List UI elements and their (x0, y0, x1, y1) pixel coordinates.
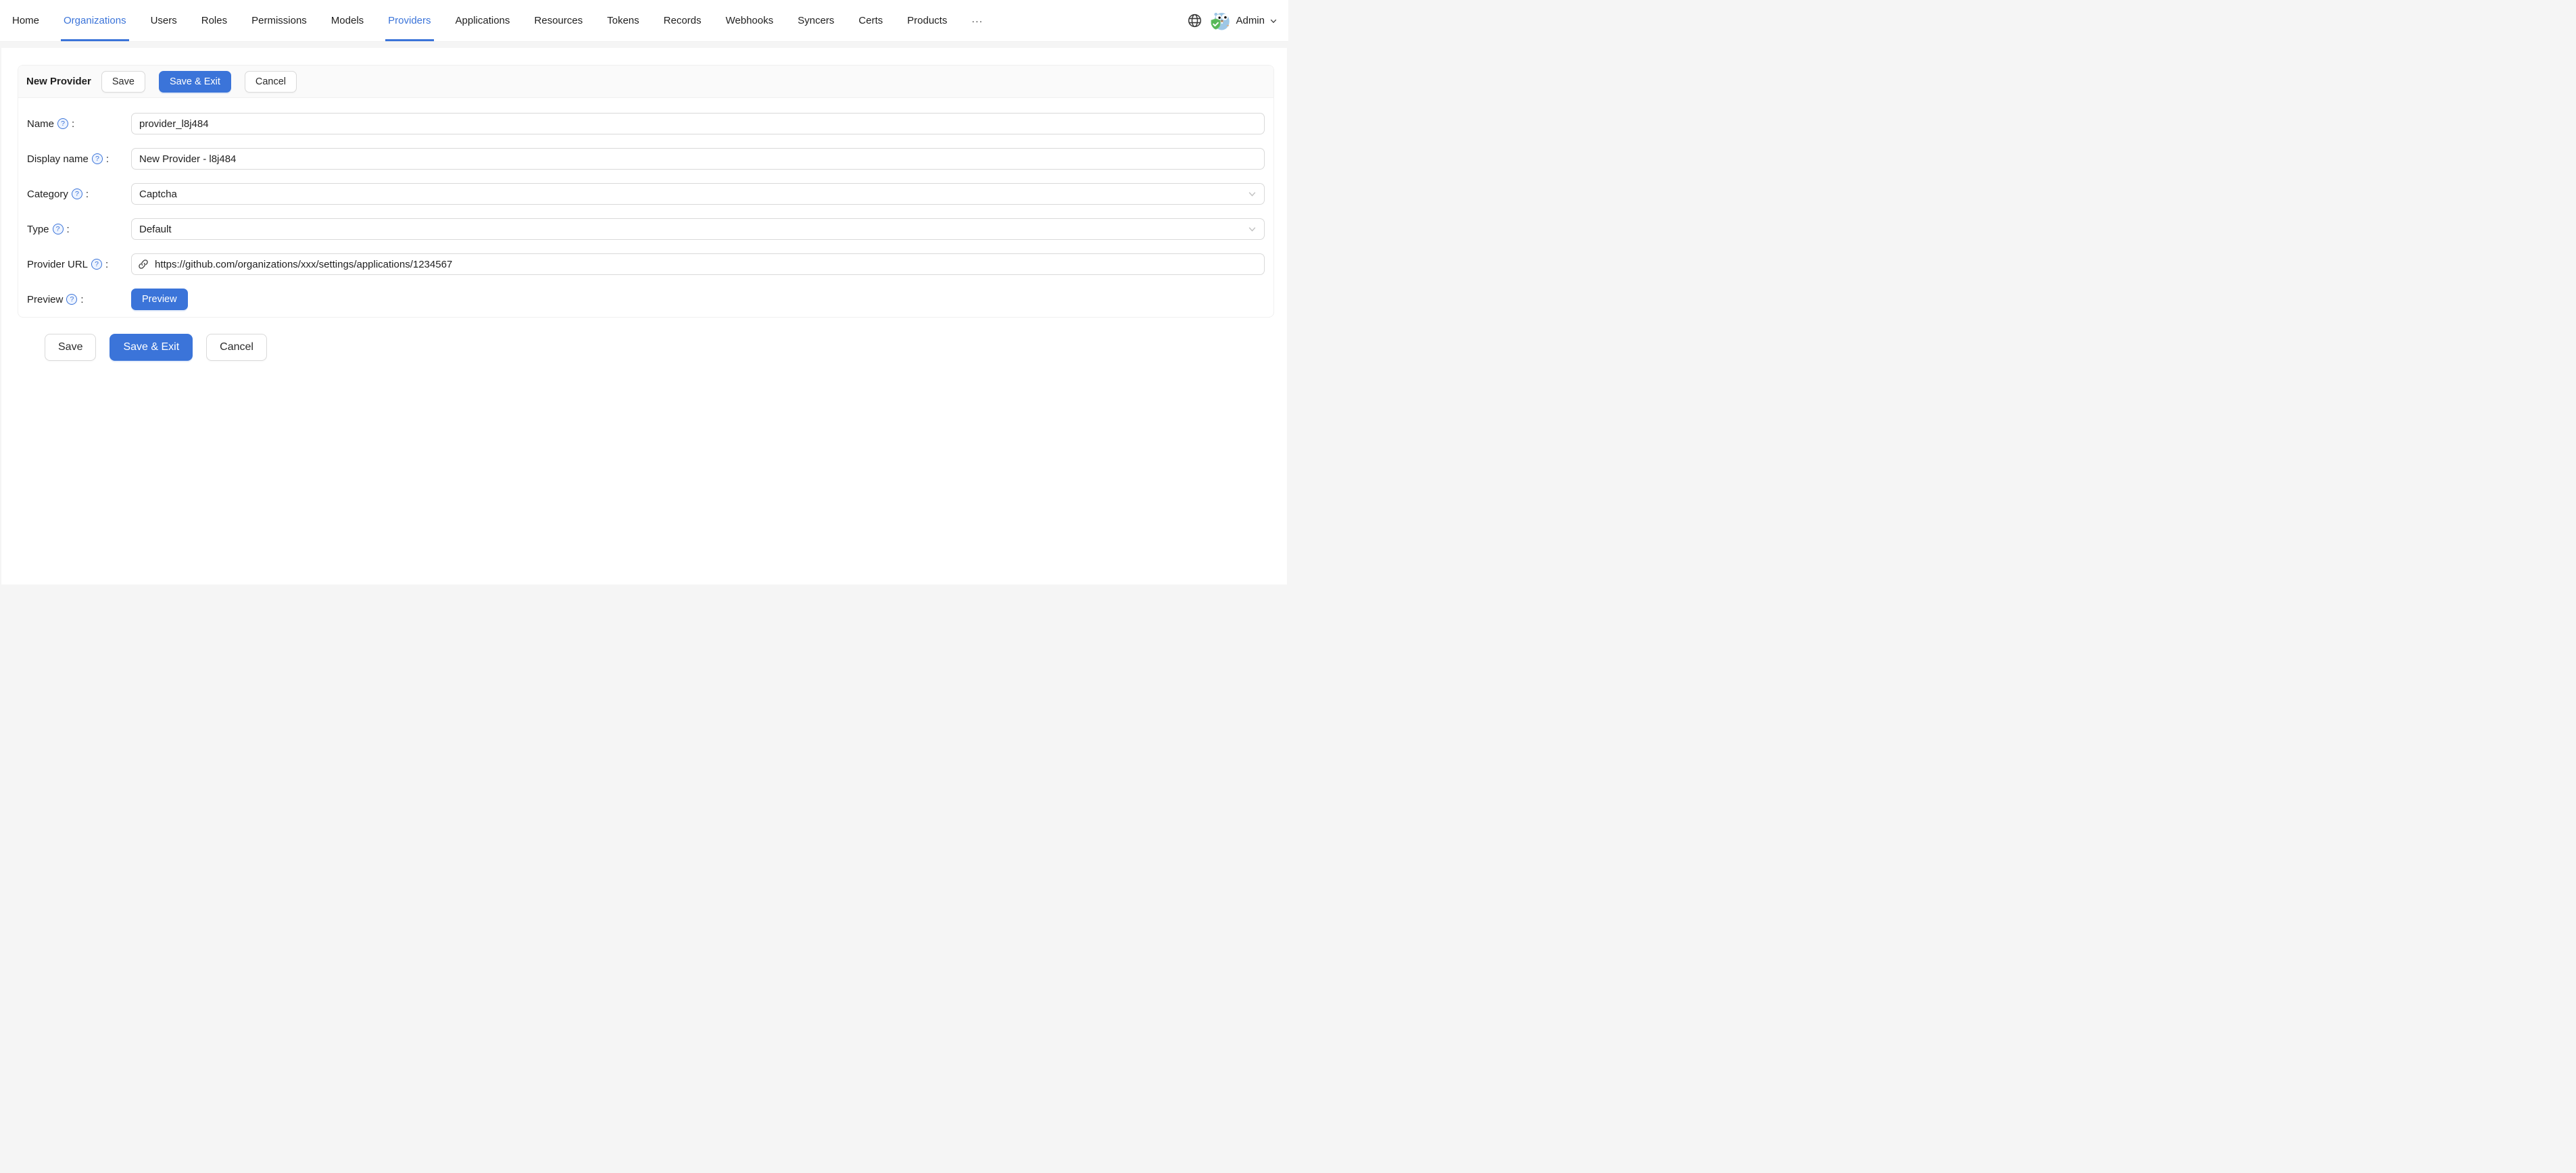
form-row-category: Category ? : Captcha (27, 183, 1265, 205)
provider-form-panel: New Provider Save Save & Exit Cancel Nam… (18, 65, 1274, 318)
form-row-provider-url: Provider URL ? : (27, 253, 1265, 275)
cancel-button-bottom[interactable]: Cancel (206, 334, 267, 361)
type-selected-value: Default (139, 223, 172, 235)
nav-item-certs[interactable]: Certs (846, 0, 895, 41)
cancel-button-top[interactable]: Cancel (244, 70, 297, 93)
content-sheet: New Provider Save Save & Exit Cancel Nam… (1, 48, 1287, 584)
avatar[interactable] (1211, 10, 1232, 31)
panel-header: New Provider Save Save & Exit Cancel (18, 66, 1273, 98)
nav-item-resources[interactable]: Resources (522, 0, 595, 41)
nav-item-permissions[interactable]: Permissions (239, 0, 319, 41)
category-label: Category ? : (27, 188, 89, 200)
form-row-type: Type ? : Default (27, 218, 1265, 240)
help-icon[interactable]: ? (91, 153, 103, 164)
preview-label: Preview ? : (27, 293, 84, 305)
nav-item-webhooks[interactable]: Webhooks (714, 0, 786, 41)
save-exit-button-top[interactable]: Save & Exit (158, 70, 231, 93)
help-icon[interactable]: ? (71, 189, 82, 199)
nav-item-organizations[interactable]: Organizations (51, 0, 139, 41)
nav-item-products[interactable]: Products (895, 0, 959, 41)
chevron-down-icon (1248, 225, 1257, 234)
type-select[interactable]: Default (131, 218, 1265, 240)
display-name-input[interactable] (131, 148, 1265, 170)
help-icon[interactable]: ? (52, 224, 64, 234)
provider-url-input[interactable] (131, 253, 1265, 275)
help-icon[interactable]: ? (57, 118, 69, 129)
language-globe-icon[interactable] (1187, 13, 1202, 28)
provider-new-page: { "colors": { "accent": "#3b74d9", "page… (0, 0, 1288, 586)
save-button-bottom[interactable]: Save (45, 334, 97, 361)
page-title: New Provider (26, 76, 91, 87)
panel-body: Name ? : Display name ? : (18, 98, 1273, 317)
nav-item-models[interactable]: Models (319, 0, 376, 41)
nav-item-users[interactable]: Users (139, 0, 189, 41)
type-label: Type ? : (27, 223, 70, 235)
nav-item-applications[interactable]: Applications (443, 0, 523, 41)
save-exit-button-bottom[interactable]: Save & Exit (110, 334, 193, 361)
form-row-display-name: Display name ? : (27, 148, 1265, 170)
category-selected-value: Captcha (139, 188, 177, 200)
chevron-down-icon (1270, 19, 1277, 23)
name-label: Name ? : (27, 118, 75, 130)
user-menu[interactable]: Admin (1211, 10, 1278, 31)
display-name-label: Display name ? : (27, 153, 110, 165)
category-select[interactable]: Captcha (131, 183, 1265, 205)
name-input[interactable] (131, 113, 1265, 134)
nav-overflow-ellipsis[interactable]: ··· (959, 0, 995, 41)
form-row-preview: Preview ? : Preview (27, 289, 1265, 310)
chevron-down-icon (1248, 190, 1257, 199)
footer-actions: Save Save & Exit Cancel (45, 334, 267, 361)
nav-item-home[interactable]: Home (0, 0, 51, 41)
nav-item-syncers[interactable]: Syncers (785, 0, 846, 41)
nav-right-cluster: Admin (1187, 0, 1288, 41)
form-row-name: Name ? : (27, 113, 1265, 134)
save-button-top[interactable]: Save (101, 70, 145, 93)
preview-button[interactable]: Preview (131, 289, 188, 310)
nav-item-records[interactable]: Records (652, 0, 714, 41)
nav-item-tokens[interactable]: Tokens (595, 0, 652, 41)
help-icon[interactable]: ? (66, 294, 78, 305)
top-nav: Home Organizations Users Roles Permissio… (0, 0, 1288, 42)
nav-item-roles[interactable]: Roles (189, 0, 239, 41)
nav-menu: Home Organizations Users Roles Permissio… (0, 0, 995, 41)
help-icon[interactable]: ? (91, 259, 103, 270)
user-name[interactable]: Admin (1236, 15, 1265, 26)
nav-item-providers[interactable]: Providers (376, 0, 443, 41)
provider-url-label: Provider URL ? : (27, 258, 109, 270)
